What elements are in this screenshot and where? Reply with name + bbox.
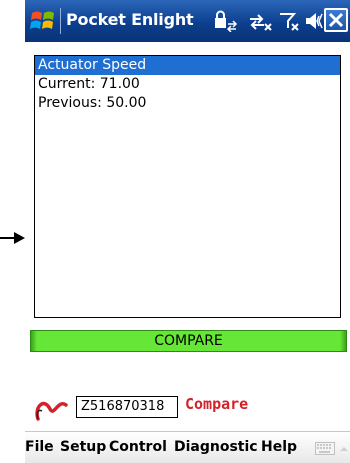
reading-list[interactable]: Actuator Speed Current: 71.00 Previous: … xyxy=(34,55,341,318)
window-title: Pocket Enlight xyxy=(66,10,194,29)
list-item[interactable]: Previous: 50.00 xyxy=(35,94,340,113)
windows-flag-icon[interactable] xyxy=(29,7,57,35)
volume-icon[interactable] xyxy=(304,10,324,32)
close-icon xyxy=(328,12,344,28)
menu-diagnostic[interactable]: Diagnostic xyxy=(174,439,258,455)
mode-label: Compare xyxy=(185,395,249,413)
close-button[interactable] xyxy=(324,8,348,32)
list-item[interactable]: Current: 71.00 xyxy=(35,75,340,94)
menu-help[interactable]: Help xyxy=(261,439,297,455)
menu-control[interactable]: Control xyxy=(109,439,167,455)
keyboard-icon[interactable] xyxy=(315,442,335,455)
title-bar: Pocket Enlight xyxy=(25,0,350,42)
menu-bar: File Setup Control Diagnostic Help xyxy=(25,431,350,463)
enlight-logo-icon xyxy=(35,401,68,421)
lock-sync-icon[interactable] xyxy=(213,10,239,32)
compare-button[interactable]: COMPARE xyxy=(30,330,347,352)
signal-off-icon[interactable] xyxy=(278,10,302,32)
list-item[interactable]: Actuator Speed xyxy=(35,56,340,75)
connectivity-icon[interactable] xyxy=(247,10,273,32)
menu-setup[interactable]: Setup xyxy=(60,439,106,455)
device-screen: Pocket Enlight Actuator Speed Current: 7… xyxy=(25,0,350,463)
title-separator xyxy=(60,8,61,34)
pointer-arrow xyxy=(0,231,26,245)
chevron-up-icon[interactable] xyxy=(339,444,349,454)
menu-file[interactable]: File xyxy=(25,439,54,455)
pointer-arrow-head xyxy=(14,232,25,244)
device-id-field[interactable]: Z516870318 xyxy=(76,396,178,418)
